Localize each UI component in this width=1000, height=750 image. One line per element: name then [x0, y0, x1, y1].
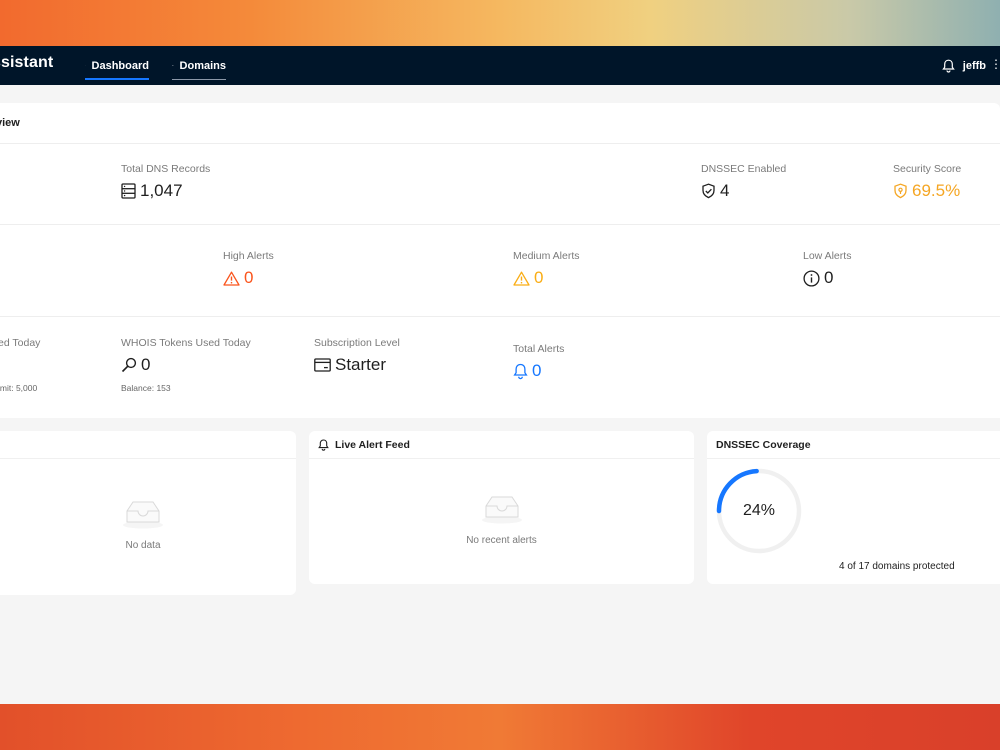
stat-label: Subscription Level — [314, 337, 400, 349]
search-icon — [121, 357, 137, 373]
stat-label: Medium Alerts — [513, 250, 580, 262]
empty-state: No data — [0, 499, 296, 551]
card-header — [0, 431, 296, 459]
stat-dnssec-enabled: DNSSEC Enabled 4 — [701, 163, 786, 201]
stat-value: 4 — [720, 181, 730, 200]
stat-value-wrap: 1,047 — [121, 181, 210, 201]
stat-whois-tokens: WHOIS Tokens Used Today 0 Balance: 153 — [121, 337, 251, 393]
stat-value: 0 — [141, 355, 151, 374]
nav-domains-label: Domains — [179, 59, 226, 72]
nav-domains[interactable]: Domains — [172, 46, 226, 85]
stat-label: ed Today — [0, 337, 41, 349]
stat-value: 0 — [244, 268, 254, 287]
app-brand: ssistant — [0, 54, 54, 71]
database-icon — [121, 183, 136, 199]
dashboard-icon — [85, 65, 86, 66]
card-icon — [314, 358, 331, 372]
stat-value-wrap: 4 — [701, 181, 786, 201]
stat-value: 0 — [824, 268, 834, 287]
card-header: Live Alert Feed — [309, 431, 694, 459]
list-icon — [172, 64, 174, 67]
gauge-percent: 24% — [742, 502, 776, 519]
user-menu[interactable]: jeffb — [941, 46, 986, 85]
bell-icon[interactable] — [941, 59, 955, 73]
divider — [0, 143, 1000, 144]
stat-total-alerts: Total Alerts 0 — [513, 343, 564, 381]
bell-icon — [318, 438, 329, 451]
stat-subscription-level: Subscription Level Starter — [314, 337, 400, 375]
top-navigation-bar: ssistant Dashboard Domains jeffb ⋮ — [0, 46, 1000, 85]
stat-label: Total DNS Records — [121, 163, 211, 175]
security-badge-icon — [894, 183, 907, 199]
stat-medium-alerts: Medium Alerts 0 — [513, 250, 580, 288]
stat-low-alerts: Low Alerts 0 — [803, 250, 851, 288]
stat-value-wrap: 0 — [803, 268, 851, 288]
stat-value-wrap: Starter — [314, 355, 400, 375]
stat-value-wrap: 0 — [513, 268, 580, 288]
stat-value: Starter — [335, 355, 387, 374]
info-icon — [803, 269, 820, 287]
empty-box-icon — [123, 501, 163, 529]
empty-text: No recent alerts — [466, 535, 537, 546]
dnssec-coverage-card: DNSSEC Coverage 24% 4 of 17 domains prot… — [707, 431, 1000, 584]
stat-value: 69.5% — [912, 181, 961, 200]
empty-box-icon — [481, 496, 522, 524]
coverage-subtitle: 4 of 17 domains protected — [839, 561, 955, 572]
stat-label: High Alerts — [223, 250, 274, 262]
card-title: DNSSEC Coverage — [716, 438, 811, 451]
empty-text: No data — [125, 540, 161, 551]
stat-used-today: ed Today imit: 5,000 — [0, 337, 40, 393]
bell-icon — [513, 363, 528, 379]
overview-title: view — [0, 117, 20, 129]
stat-value: 1,047 — [140, 181, 183, 200]
stat-label: DNSSEC Enabled — [701, 163, 787, 175]
username: jeffb — [962, 59, 986, 72]
stat-value-wrap: 0 — [121, 355, 251, 375]
stat-total-dns-records: Total DNS Records 1,047 — [121, 163, 210, 201]
nav-dashboard-label: Dashboard — [91, 59, 149, 72]
card-header: DNSSEC Coverage — [707, 431, 1000, 459]
divider — [0, 224, 1000, 225]
stat-high-alerts: High Alerts 0 — [223, 250, 274, 288]
nav-dashboard[interactable]: Dashboard — [85, 46, 149, 85]
live-alert-feed-card: Live Alert Feed No recent alerts — [309, 431, 694, 584]
empty-state: No recent alerts — [309, 494, 694, 546]
stat-value: 0 — [534, 268, 544, 287]
coverage-gauge: 24% — [715, 467, 803, 555]
stat-label: WHOIS Tokens Used Today — [121, 337, 251, 349]
stat-sub: imit: 5,000 — [0, 383, 38, 393]
stat-security-score: Security Score 69.5% — [893, 163, 961, 201]
stat-sub: Balance: 153 — [121, 383, 171, 393]
left-chart-card: No data — [0, 431, 296, 595]
shield-check-icon — [702, 183, 715, 199]
card-title: Live Alert Feed — [335, 438, 410, 451]
stat-label: Low Alerts — [803, 250, 852, 262]
warning-icon — [513, 271, 530, 286]
stat-value-wrap: 69.5% — [893, 181, 961, 201]
warning-icon — [223, 271, 240, 286]
divider — [0, 316, 1000, 317]
desktop-background-bottom — [0, 704, 1000, 750]
stat-value: 0 — [532, 361, 542, 380]
stat-label: Total Alerts — [513, 343, 565, 355]
stat-label: Security Score — [893, 163, 962, 175]
overview-card: view Total DNS Records 1,047 DNSSEC Enab… — [0, 103, 1000, 418]
stat-value-wrap — [0, 355, 40, 375]
stat-value-wrap: 0 — [223, 268, 274, 288]
more-icon[interactable]: ⋮ — [990, 57, 1000, 71]
stat-value-wrap: 0 — [513, 361, 564, 381]
app-window: ssistant Dashboard Domains jeffb ⋮ — [0, 46, 1000, 704]
